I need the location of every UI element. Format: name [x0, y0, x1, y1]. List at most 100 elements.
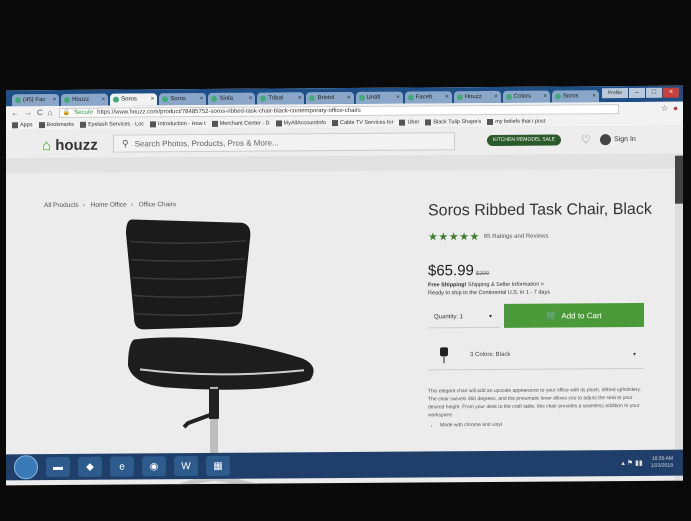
tab-favicon-icon — [407, 94, 414, 101]
close-icon[interactable]: × — [592, 93, 596, 99]
home-icon[interactable]: ⌂ — [48, 108, 53, 117]
chrome-icon[interactable]: ◉ — [142, 456, 166, 477]
tab-label: Soros — [562, 93, 579, 100]
bookmark-item[interactable]: Cable TV Services for — [332, 119, 394, 126]
media-player-icon[interactable]: ◆ — [78, 456, 102, 477]
clock-date: 1/23/2018 — [650, 462, 673, 469]
shipping-link[interactable]: Shipping & Seller Information > — [468, 282, 544, 289]
file-explorer-icon[interactable]: ▬ — [46, 456, 70, 478]
bookmark-item[interactable]: Introduction - How t — [150, 120, 206, 127]
bookmark-item[interactable]: my beliefs that i post — [487, 118, 545, 125]
system-tray-icons[interactable]: ▴ ⚑ ▮▮ — [621, 459, 642, 467]
bookmark-item[interactable]: Merchant Center - D — [211, 120, 270, 127]
bookmark-item[interactable]: Apps — [12, 122, 33, 128]
internet-explorer-icon[interactable]: e — [110, 456, 134, 477]
browser-tab[interactable]: Sinfa × — [208, 92, 256, 105]
tab-label: Sinfa — [219, 95, 233, 102]
word-icon[interactable]: W — [174, 456, 198, 477]
ideabook-icon[interactable]: ♡ — [581, 133, 591, 146]
houzz-leaf-icon: ⌂ — [42, 137, 56, 155]
tv-icon — [332, 119, 339, 126]
browser-tab[interactable]: Soros × — [551, 90, 599, 103]
ship-time: Ready to ship to the Continental U.S. in… — [428, 289, 550, 297]
extension-icon[interactable]: ● — [673, 104, 678, 113]
sign-in-button[interactable]: Sign In — [600, 134, 636, 146]
user-icon — [600, 134, 611, 146]
close-icon[interactable]: × — [298, 95, 302, 101]
bookmark-item[interactable]: Black Tulip Shape's — [425, 119, 481, 125]
bookmark-item[interactable]: Eyelash Services - Loc — [80, 120, 145, 128]
close-icon[interactable]: × — [151, 96, 155, 102]
page-scrollbar[interactable] — [675, 155, 683, 481]
shipping-info: Free Shipping! Shipping & Seller Informa… — [428, 281, 550, 298]
color-value: 3 Colors: Black — [470, 351, 511, 359]
browser-tab[interactable]: (45) Fac × — [12, 93, 60, 107]
breadcrumb-link[interactable]: All Products — [44, 202, 79, 209]
close-icon[interactable]: × — [543, 94, 547, 100]
browser-tab[interactable]: Colors × — [502, 90, 550, 103]
back-icon[interactable]: ← — [11, 108, 19, 117]
close-window-icon[interactable]: × — [663, 87, 679, 98]
browser-tab[interactable]: Houzz × — [61, 93, 109, 106]
bookmark-label: Merchant Center - D — [219, 120, 270, 127]
bookmark-label: Cable TV Services for — [340, 119, 394, 126]
browser-tab[interactable]: Faceb × — [404, 91, 452, 104]
browser-tab[interactable]: Untitl × — [355, 91, 403, 104]
quantity-select[interactable]: Quantity: 1 ▾ — [428, 305, 500, 329]
close-icon[interactable]: × — [102, 97, 106, 103]
add-to-cart-button[interactable]: 🛒 Add to Cart — [504, 302, 644, 328]
reload-icon[interactable]: C — [37, 108, 43, 117]
apps-icon — [12, 121, 18, 128]
close-icon[interactable]: × — [53, 97, 57, 103]
tab-favicon-icon — [554, 93, 561, 100]
browser-tab[interactable]: Houzz × — [453, 90, 501, 104]
profile-button[interactable]: Profile — [602, 88, 628, 99]
clock[interactable]: 10:30 AM 1/23/2018 — [651, 456, 673, 470]
close-icon[interactable]: × — [396, 95, 400, 101]
window-controls: Profile – □ × — [601, 87, 679, 101]
tab-favicon-icon — [260, 95, 267, 102]
bookmark-label: Bookmarks — [46, 121, 75, 128]
browser-tab[interactable]: Soros × — [159, 92, 207, 106]
close-icon[interactable]: × — [445, 94, 449, 100]
forward-icon[interactable]: → — [24, 108, 32, 117]
rating-stars: ★★★★★ — [428, 231, 480, 244]
bookmark-item[interactable]: Uber — [399, 119, 419, 126]
close-icon[interactable]: × — [347, 95, 351, 101]
breadcrumb-separator: › — [130, 201, 133, 209]
breadcrumb-link[interactable]: Office Chairs — [139, 201, 176, 208]
browser-tab-active[interactable]: Soros × — [110, 93, 158, 106]
globe-icon — [275, 119, 282, 126]
maximize-icon[interactable]: □ — [646, 87, 662, 98]
tulip-icon — [425, 118, 432, 125]
paint-icon[interactable]: ▦ — [206, 455, 230, 476]
close-icon[interactable]: × — [249, 96, 253, 102]
minimize-icon[interactable]: – — [629, 87, 645, 99]
bookmark-item[interactable]: MyAllAccountInfo — [275, 119, 327, 126]
product-rating[interactable]: ★★★★★ 65 Ratings and Reviews — [428, 230, 549, 244]
browser-tab[interactable]: Tribal × — [257, 92, 305, 105]
google-icon — [211, 120, 218, 127]
bookmark-label: MyAllAccountInfo — [283, 119, 327, 126]
browser-tab[interactable]: Bristol × — [306, 91, 354, 105]
bookmark-label: Eyelash Services - Loc — [88, 120, 145, 128]
monitor-screen: (45) Fac × Houzz × Soros × Soros × Sinfa × Tr… — [6, 85, 683, 486]
star-icon[interactable]: ☆ — [661, 104, 668, 113]
kitchen-sale-button[interactable]: KITCHEN REMODEL SALE — [487, 134, 562, 147]
houzz-logo[interactable]: ⌂ houzz — [42, 137, 98, 154]
bookmark-item[interactable]: Bookmarks — [38, 121, 75, 128]
product-image[interactable] — [114, 218, 329, 486]
search-placeholder: Search Photos, Products, Pros & More... — [134, 137, 279, 148]
start-button[interactable] — [14, 455, 38, 480]
breadcrumb-link[interactable]: Home Office — [91, 202, 127, 209]
rating-text[interactable]: 65 Ratings and Reviews — [484, 233, 549, 239]
color-select[interactable]: 3 Colors: Black ▾ — [428, 339, 644, 371]
close-icon[interactable]: × — [494, 94, 498, 100]
close-icon[interactable]: × — [200, 96, 204, 102]
sign-in-label: Sign In — [614, 135, 636, 144]
current-price: $65.99 — [428, 262, 474, 280]
description-text: This elegant chair will add an upscale a… — [428, 386, 641, 419]
scrollbar-thumb[interactable] — [675, 155, 683, 204]
search-input[interactable]: ⚲ Search Photos, Products, Pros & More..… — [113, 132, 455, 153]
tab-label: Untitl — [366, 94, 381, 101]
